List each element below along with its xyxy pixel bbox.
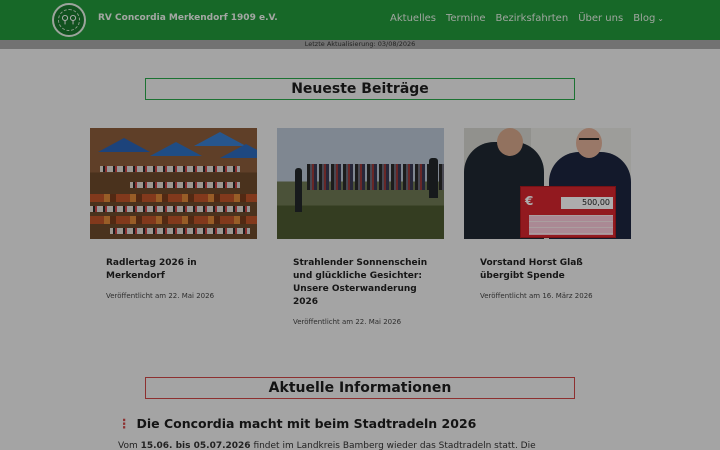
modal-backdrop[interactable]	[0, 0, 720, 450]
